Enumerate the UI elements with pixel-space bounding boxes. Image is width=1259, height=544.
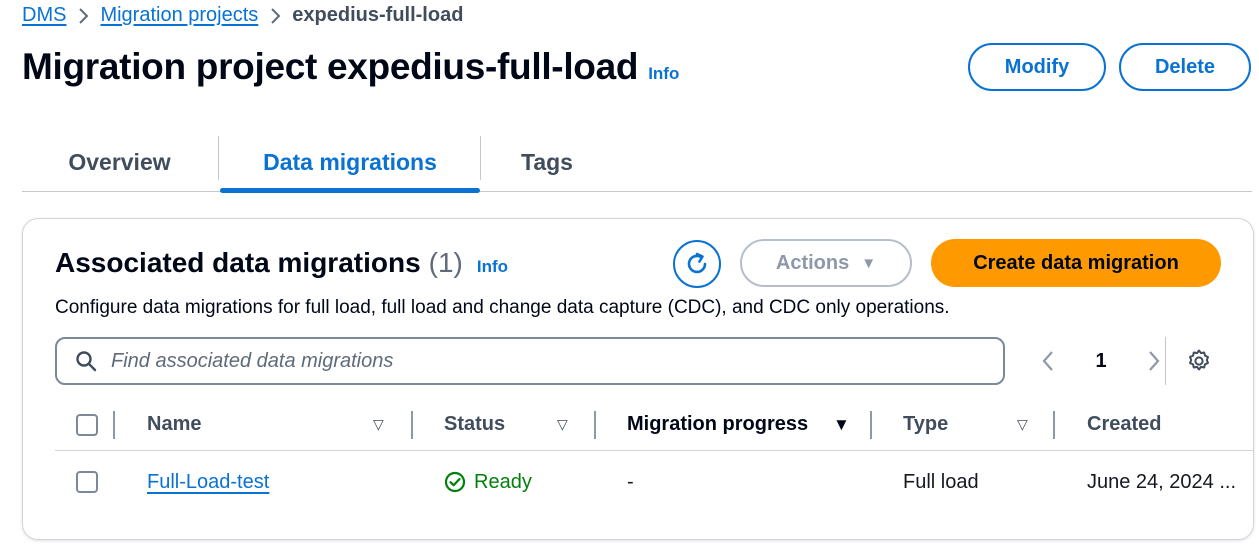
tab-data-migrations[interactable]: Data migrations	[220, 132, 480, 192]
sort-icon[interactable]: ▽	[373, 399, 384, 450]
pager-divider	[1165, 337, 1166, 385]
search-placeholder: Find associated data migrations	[111, 349, 394, 372]
associated-data-migrations-panel: Associated data migrations (1) Info Acti…	[22, 218, 1254, 540]
create-data-migration-button[interactable]: Create data migration	[931, 239, 1221, 287]
column-header-status[interactable]: Status	[444, 399, 505, 450]
tabs: Overview Data migrations Tags	[22, 132, 1252, 193]
sort-icon[interactable]: ▼	[833, 399, 850, 450]
column-header-created[interactable]: Created	[1087, 399, 1161, 450]
row-checkbox[interactable]	[76, 471, 98, 493]
select-all-checkbox[interactable]	[76, 413, 98, 436]
page-title: Migration project expedius-full-load	[22, 46, 639, 87]
breadcrumb: DMS Migration projects expedius-full-loa…	[22, 4, 463, 27]
progress-cell: -	[627, 470, 634, 493]
column-header-type[interactable]: Type	[903, 399, 948, 450]
page-number[interactable]: 1	[1095, 350, 1106, 373]
migration-name-link[interactable]: Full-Load-test	[147, 471, 269, 494]
panel-count: (1)	[428, 247, 463, 278]
refresh-button[interactable]	[673, 240, 721, 288]
chevron-right-icon[interactable]	[1147, 349, 1161, 373]
created-cell: June 24, 2024 ...	[1087, 470, 1237, 493]
status-cell: Ready	[444, 452, 532, 512]
search-icon	[76, 351, 97, 372]
tab-divider	[218, 136, 219, 180]
column-resizer[interactable]	[1053, 411, 1055, 439]
status-badge: Ready	[444, 471, 532, 494]
column-resizer[interactable]	[870, 411, 872, 439]
actions-label: Actions	[775, 251, 850, 274]
column-resizer[interactable]	[411, 411, 413, 439]
row-select-cell	[76, 452, 98, 512]
column-resizer[interactable]	[594, 411, 596, 439]
panel-info-link[interactable]: Info	[477, 257, 508, 277]
status-check-icon	[444, 471, 466, 493]
breadcrumb-link-migration-projects[interactable]: Migration projects	[100, 4, 258, 27]
sort-icon[interactable]: ▽	[1017, 399, 1028, 450]
table-row: Full-Load-test Ready - Full load June 24…	[55, 452, 1253, 512]
info-link[interactable]: Info	[648, 64, 679, 84]
column-header-migration-progress[interactable]: Migration progress	[627, 399, 808, 450]
tab-divider	[480, 136, 481, 180]
chevron-right-icon	[66, 7, 100, 25]
column-header-name[interactable]: Name	[147, 399, 201, 450]
tab-tags[interactable]: Tags	[482, 132, 612, 192]
type-cell: Full load	[903, 470, 979, 493]
actions-dropdown[interactable]: Actions ▼	[740, 239, 912, 287]
panel-header: Associated data migrations (1) Info	[55, 247, 508, 279]
chevron-right-icon	[258, 7, 292, 25]
active-tab-indicator	[220, 188, 480, 193]
sort-icon[interactable]: ▽	[557, 399, 568, 450]
panel-title: Associated data migrations	[55, 247, 421, 278]
delete-button[interactable]: Delete	[1119, 43, 1251, 91]
caret-down-icon: ▼	[861, 254, 877, 272]
settings-button[interactable]	[1183, 345, 1215, 377]
name-cell: Full-Load-test	[147, 452, 269, 512]
column-resizer[interactable]	[113, 411, 115, 439]
tab-overview[interactable]: Overview	[22, 132, 217, 192]
modify-button[interactable]: Modify	[968, 43, 1106, 91]
breadcrumb-current: expedius-full-load	[292, 4, 464, 26]
search-input[interactable]: Find associated data migrations	[55, 337, 1005, 385]
page-header: Migration project expedius-full-load Inf…	[22, 46, 679, 88]
settings-gear-icon	[1189, 349, 1209, 371]
panel-description: Configure data migrations for full load,…	[55, 297, 950, 318]
select-all-cell	[76, 399, 98, 450]
breadcrumb-link-dms[interactable]: DMS	[22, 4, 66, 27]
chevron-left-icon[interactable]	[1041, 349, 1055, 373]
pagination: 1	[1041, 345, 1161, 377]
status-text: Ready	[474, 470, 532, 493]
refresh-icon	[687, 252, 707, 274]
table-header: Name ▽ Status ▽ Migration progress ▼ Typ…	[55, 399, 1253, 451]
